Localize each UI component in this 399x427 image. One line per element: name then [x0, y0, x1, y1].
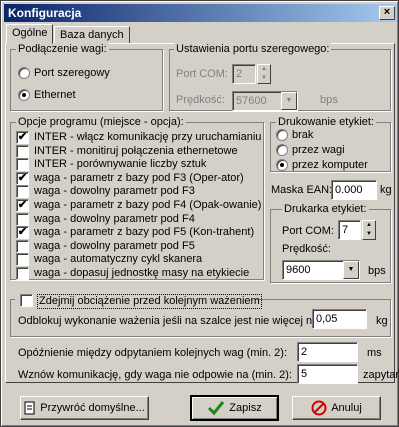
retry-input[interactable]: 5: [297, 364, 358, 384]
cancel-button[interactable]: Anuluj: [292, 396, 381, 420]
tab-database-label: Baza danych: [60, 29, 124, 41]
program-option-checkbox[interactable]: [16, 239, 29, 253]
restore-defaults-label: Przywróć domyślne...: [40, 402, 145, 414]
program-option-label[interactable]: waga - dowolny parametr pod F3: [34, 185, 195, 198]
program-option-checkbox[interactable]: [16, 158, 29, 172]
tare-unit: kg: [376, 315, 388, 327]
cancel-label: Anuluj: [331, 402, 362, 414]
program-option-checkbox[interactable]: [16, 267, 29, 280]
ean-label: Maska EAN:: [271, 184, 333, 196]
radio-print-scale[interactable]: [276, 144, 288, 156]
retry-unit: zapytań: [363, 369, 399, 381]
serial-speed-unit: bps: [320, 94, 338, 106]
retry-label: Wznów komunikację, gdy waga nie odpowie …: [18, 369, 292, 381]
printer-speed-unit: bps: [368, 265, 386, 277]
program-options-legend: Opcje programu (miejsce - opcja):: [16, 116, 186, 128]
program-option-label[interactable]: waga - dowolny parametr pod F4: [34, 213, 195, 226]
printer-speed-label: Prędkość:: [282, 243, 331, 255]
radio-print-none[interactable]: [276, 129, 288, 141]
tare-checkbox[interactable]: [20, 294, 33, 307]
program-option-label[interactable]: waga - dowolny parametr pod F5: [34, 240, 195, 253]
serial-speed-dropdown[interactable]: ▼: [281, 92, 297, 110]
serial-port-spinner[interactable]: ▲ ▼: [257, 64, 271, 84]
program-option-label[interactable]: waga - dopasuj jednostkę masy na etykiec…: [34, 267, 249, 280]
document-icon: [24, 401, 35, 415]
radio-ethernet[interactable]: [18, 89, 30, 101]
program-option-label[interactable]: waga - parametr z bazy pod F3 (Oper-ator…: [34, 172, 244, 185]
tab-general-label: Ogólne: [12, 27, 48, 39]
program-option-checkbox[interactable]: [16, 185, 29, 199]
serial-settings-legend: Ustawienia portu szeregowego:: [174, 43, 332, 55]
radio-print-computer-label[interactable]: przez komputer: [292, 159, 368, 172]
serial-speed-label: Prędkość:: [176, 94, 225, 106]
serial-port-field[interactable]: 2: [232, 64, 256, 84]
scale-connection-legend: Podłączenie wagi:: [16, 43, 109, 55]
program-option-checkbox[interactable]: ✔: [16, 131, 29, 144]
program-option-label[interactable]: waga - parametr z bazy pod F5 (Kon-trahe…: [34, 226, 254, 239]
program-option-checkbox[interactable]: [16, 144, 29, 158]
tab-database[interactable]: Baza danych: [54, 26, 130, 44]
label-printer-legend: Drukarka etykiet:: [282, 203, 369, 215]
radio-print-computer[interactable]: [276, 159, 288, 171]
printer-port-field[interactable]: 7: [338, 220, 361, 240]
program-option-checkbox[interactable]: [16, 212, 29, 226]
ean-unit: kg: [380, 184, 392, 196]
label-printing-legend: Drukowanie etykiet:: [276, 116, 376, 128]
config-window: Konfiguracja × Ogólne Baza danych Podłąc…: [0, 0, 399, 427]
radio-print-scale-label[interactable]: przez wagi: [292, 144, 345, 157]
delay-label: Opóźnienie między odpytaniem kolejnych w…: [18, 347, 288, 359]
green-checkmark-icon: [208, 401, 225, 416]
radio-serial[interactable]: [18, 67, 30, 79]
delay-unit: ms: [367, 347, 382, 359]
restore-defaults-button[interactable]: Przywróć domyślne...: [20, 396, 149, 420]
tare-text: Odblokuj wykonanie ważenia jeśli na szal…: [18, 315, 321, 327]
program-option-checkbox[interactable]: ✔: [16, 226, 29, 240]
radio-ethernet-label[interactable]: Ethernet: [34, 89, 76, 102]
program-option-checkbox[interactable]: ✔: [16, 171, 29, 185]
title-bar: Konfiguracja ×: [4, 4, 397, 22]
radio-serial-label[interactable]: Port szeregowy: [34, 67, 110, 80]
program-option-label[interactable]: INTER - porównywanie liczby sztuk: [34, 158, 206, 171]
red-stop-icon: [311, 400, 327, 416]
save-label: Zapisz: [229, 402, 262, 414]
program-option-label[interactable]: INTER - włącz komunikację przy uruchamia…: [34, 131, 261, 144]
ean-input[interactable]: 0.000: [331, 180, 377, 200]
printer-port-label: Port COM:: [282, 225, 334, 237]
close-button[interactable]: ×: [379, 6, 395, 20]
program-option-label[interactable]: INTER - monitiruj połączenia ethernetowe: [34, 145, 238, 158]
save-button[interactable]: Zapisz: [190, 395, 279, 421]
program-option-checkbox[interactable]: [16, 253, 29, 267]
scale-connection-group: [10, 49, 163, 111]
program-option-label[interactable]: waga - automatyczny cykl skanera: [34, 253, 202, 266]
tab-general[interactable]: Ogólne: [6, 24, 54, 44]
program-option-label[interactable]: waga - parametr z bazy pod F4 (Opak-owan…: [34, 199, 261, 212]
tare-input[interactable]: 0,05: [312, 309, 367, 329]
tare-checkbox-label[interactable]: Zdejmij obciążenie przed kolejnym ważeni…: [37, 294, 262, 309]
program-option-checkbox[interactable]: ✔: [16, 199, 29, 212]
window-title: Konfiguracja: [8, 6, 82, 20]
printer-port-spinner[interactable]: ▲ ▼: [362, 220, 376, 240]
serial-port-label: Port COM:: [176, 68, 228, 80]
delay-input[interactable]: 2: [297, 342, 358, 362]
printer-speed-dropdown[interactable]: ▼: [343, 261, 359, 279]
radio-print-none-label[interactable]: brak: [292, 129, 313, 142]
